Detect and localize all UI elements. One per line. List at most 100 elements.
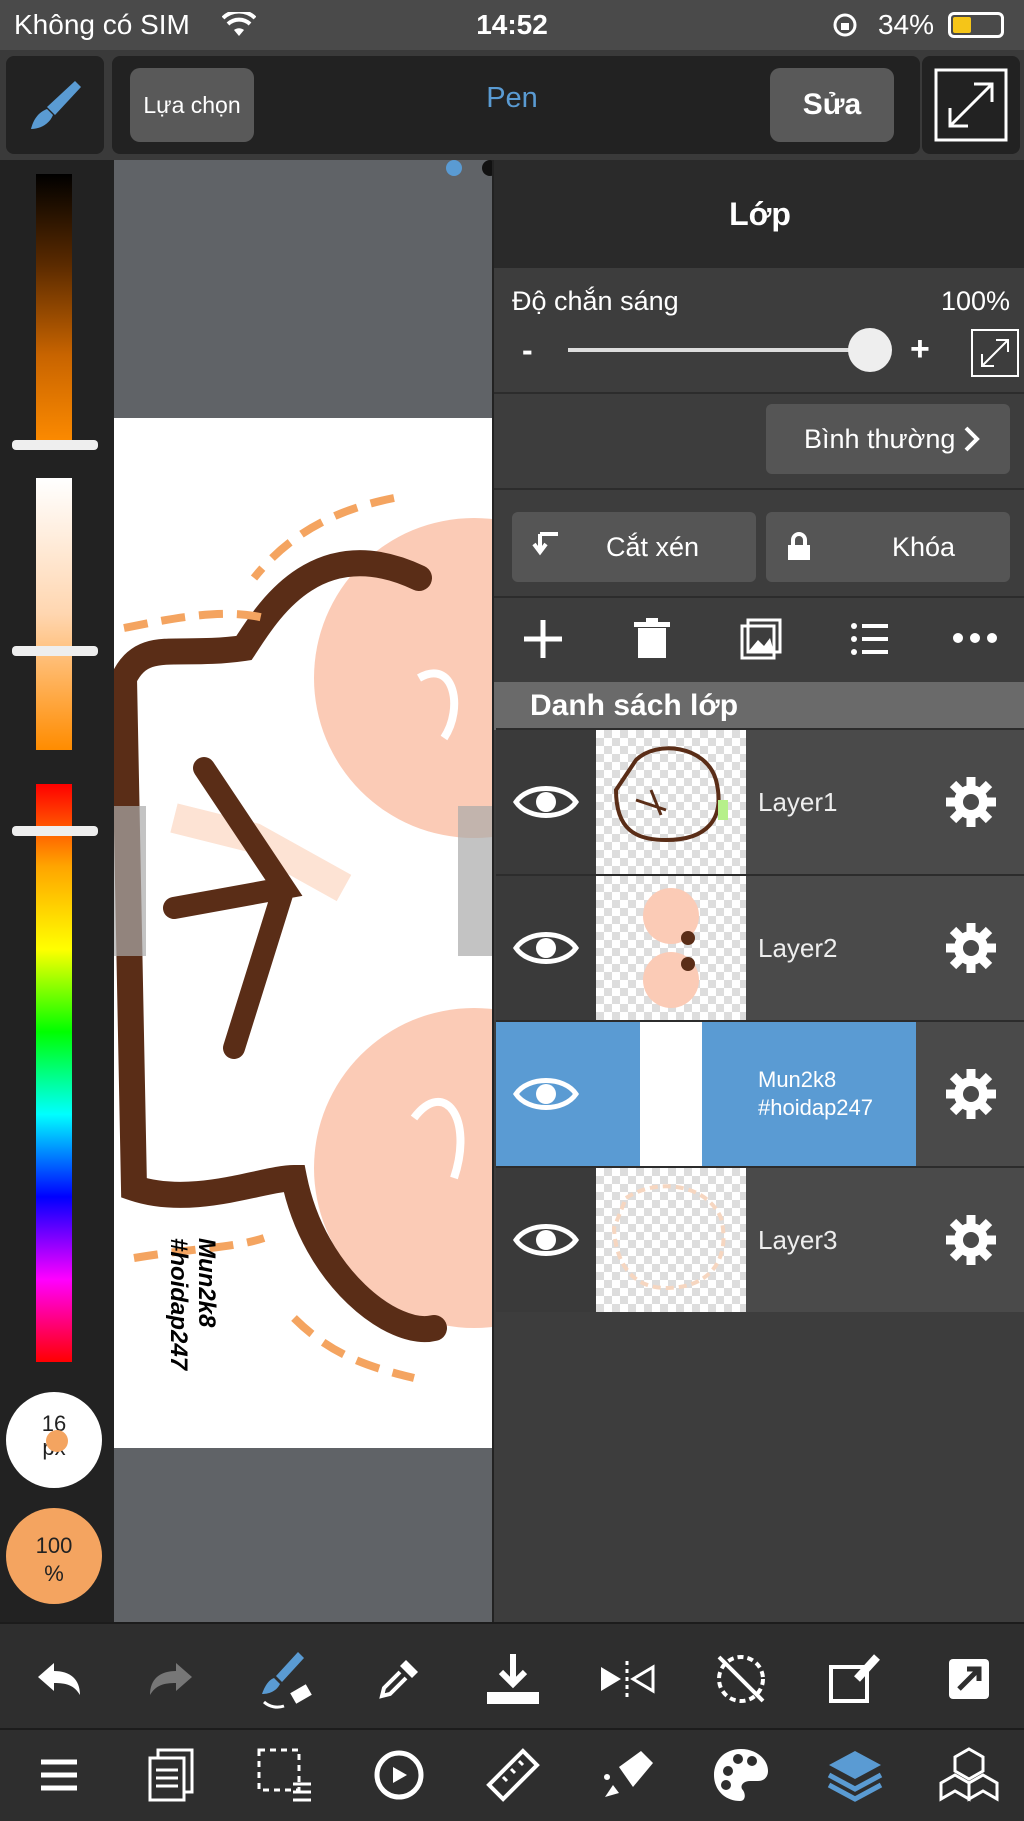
no-rotate-icon[interactable] — [706, 1644, 776, 1714]
materials-icon[interactable] — [934, 1740, 1004, 1810]
canvas-paper[interactable]: Mun2k8 #hoidap247 — [114, 418, 494, 1448]
bottom-toolbar — [0, 1622, 1024, 1821]
brush-opacity-unit: % — [44, 1561, 64, 1586]
layer-thumbnail — [596, 1168, 746, 1312]
opacity-value: 100% — [940, 286, 1010, 316]
ruler-icon[interactable] — [478, 1740, 548, 1810]
eye-icon — [513, 1224, 579, 1256]
brush-opacity-button[interactable]: 100 % — [6, 1508, 102, 1604]
layer-list-header: Danh sách lớp — [494, 682, 1024, 730]
color-rail: 16 px 100 % — [0, 160, 114, 1622]
tool-panel: Lựa chọn Pen Sửa — [112, 56, 920, 154]
edit-button[interactable]: Sửa — [770, 68, 894, 142]
layer-action-row: Cắt xén Khóa — [494, 500, 1024, 606]
clip-label: Cắt xén — [606, 531, 700, 562]
visibility-toggle[interactable] — [496, 1022, 596, 1166]
canvas-watermark: Mun2k8 #hoidap247 — [165, 1238, 220, 1371]
layers-icon[interactable] — [820, 1740, 890, 1810]
gear-icon — [946, 1069, 996, 1119]
layer-panel: Lớp Độ chắn sáng 100% - + Bình thường Cắ… — [492, 160, 1024, 1622]
visibility-toggle[interactable] — [496, 730, 596, 874]
opacity-slider[interactable] — [568, 348, 868, 352]
fill-icon[interactable] — [592, 1740, 662, 1810]
brush-size-button[interactable]: 16 px — [6, 1392, 102, 1488]
top-toolbar: Lựa chọn Pen Sửa — [0, 50, 1024, 160]
gear-icon — [946, 923, 996, 973]
more-options-icon[interactable] — [952, 632, 998, 644]
brush-opacity-value: 100 — [35, 1533, 73, 1558]
add-layer-icon[interactable] — [522, 618, 564, 660]
opacity-plus-button[interactable]: + — [910, 330, 930, 369]
redo-icon[interactable] — [136, 1644, 206, 1714]
eye-icon — [513, 1078, 579, 1110]
lock-label: Khóa — [892, 531, 956, 562]
rotate-canvas-icon[interactable] — [364, 1740, 434, 1810]
layer-settings-button[interactable] — [916, 876, 1024, 1020]
clip-arrow-icon — [532, 532, 558, 556]
tint-slider-handle[interactable] — [12, 646, 98, 656]
battery-percent: 34% — [877, 9, 934, 40]
layer-name: Layer1 — [758, 786, 838, 817]
battery-icon — [948, 12, 1004, 38]
fullscreen-button[interactable] — [922, 56, 1020, 154]
opacity-slider-handle[interactable] — [848, 328, 892, 372]
palette-icon[interactable] — [706, 1740, 776, 1810]
layer-name: Layer2 — [758, 932, 838, 963]
layer-name: Mun2k8 #hoidap247 — [758, 1067, 874, 1120]
share-icon[interactable] — [934, 1644, 1004, 1714]
lock-button[interactable]: Khóa — [766, 512, 1010, 582]
lock-icon — [788, 532, 810, 560]
layer-thumbnail — [596, 730, 746, 874]
chevron-right-icon — [964, 426, 981, 452]
layer-image-icon[interactable] — [740, 618, 782, 660]
gear-icon — [946, 777, 996, 827]
flip-icon[interactable] — [592, 1644, 662, 1714]
blend-mode-label: Bình thường — [804, 423, 956, 454]
layer-settings-button[interactable] — [916, 1022, 1024, 1166]
clock: 14:52 — [476, 9, 548, 40]
undo-icon[interactable] — [24, 1644, 94, 1714]
status-bar: Không có SIM 14:52 34% — [0, 0, 1024, 50]
layer-list-icon[interactable] — [850, 620, 890, 658]
brush-color-dot — [46, 1430, 68, 1452]
layer-settings-button[interactable] — [916, 730, 1024, 874]
layer-toolbar — [494, 596, 1024, 692]
hue-slider-handle[interactable] — [12, 826, 98, 836]
blend-mode-button[interactable]: Bình thường — [766, 404, 1010, 474]
expand-icon[interactable] — [970, 328, 1020, 378]
layer-row[interactable]: Layer2 — [496, 874, 1024, 1020]
shade-slider[interactable] — [36, 174, 72, 446]
brush-icon — [31, 81, 81, 129]
panel-title: Lớp — [494, 160, 1024, 268]
layer-thumbnail — [596, 1022, 746, 1166]
rotation-lock-icon — [833, 13, 857, 37]
expand-icon — [934, 68, 1008, 142]
layer-row[interactable]: Layer3 — [496, 1166, 1024, 1312]
brush-tool-button[interactable] — [6, 56, 104, 154]
visibility-toggle[interactable] — [496, 1168, 596, 1312]
gear-icon — [946, 1215, 996, 1265]
tint-slider[interactable] — [36, 478, 72, 750]
layer-row[interactable]: Layer1 — [496, 728, 1024, 874]
menu-icon[interactable] — [24, 1740, 94, 1810]
opacity-minus-button[interactable]: - — [522, 332, 533, 369]
layer-name: Layer3 — [758, 1224, 838, 1255]
layer-settings-button[interactable] — [916, 1168, 1024, 1312]
opacity-label: Độ chắn sáng — [512, 286, 679, 316]
eye-icon — [513, 932, 579, 964]
save-icon[interactable] — [478, 1644, 548, 1714]
shade-slider-handle[interactable] — [12, 440, 98, 450]
brush-swap-icon[interactable] — [250, 1644, 320, 1714]
pages-icon[interactable] — [136, 1740, 206, 1810]
visibility-toggle[interactable] — [496, 876, 596, 1020]
layer-thumbnail — [596, 876, 746, 1020]
eyedropper-icon[interactable] — [364, 1644, 434, 1714]
page-indicator-dot[interactable] — [446, 160, 462, 176]
selection-icon[interactable] — [250, 1740, 320, 1810]
delete-layer-icon[interactable] — [634, 618, 670, 660]
clip-button[interactable]: Cắt xén — [512, 512, 756, 582]
eye-icon — [513, 786, 579, 818]
layer-row-selected[interactable]: Mun2k8 #hoidap247 — [496, 1020, 1024, 1166]
transform-icon[interactable] — [820, 1644, 890, 1714]
hue-slider[interactable] — [36, 784, 72, 1362]
